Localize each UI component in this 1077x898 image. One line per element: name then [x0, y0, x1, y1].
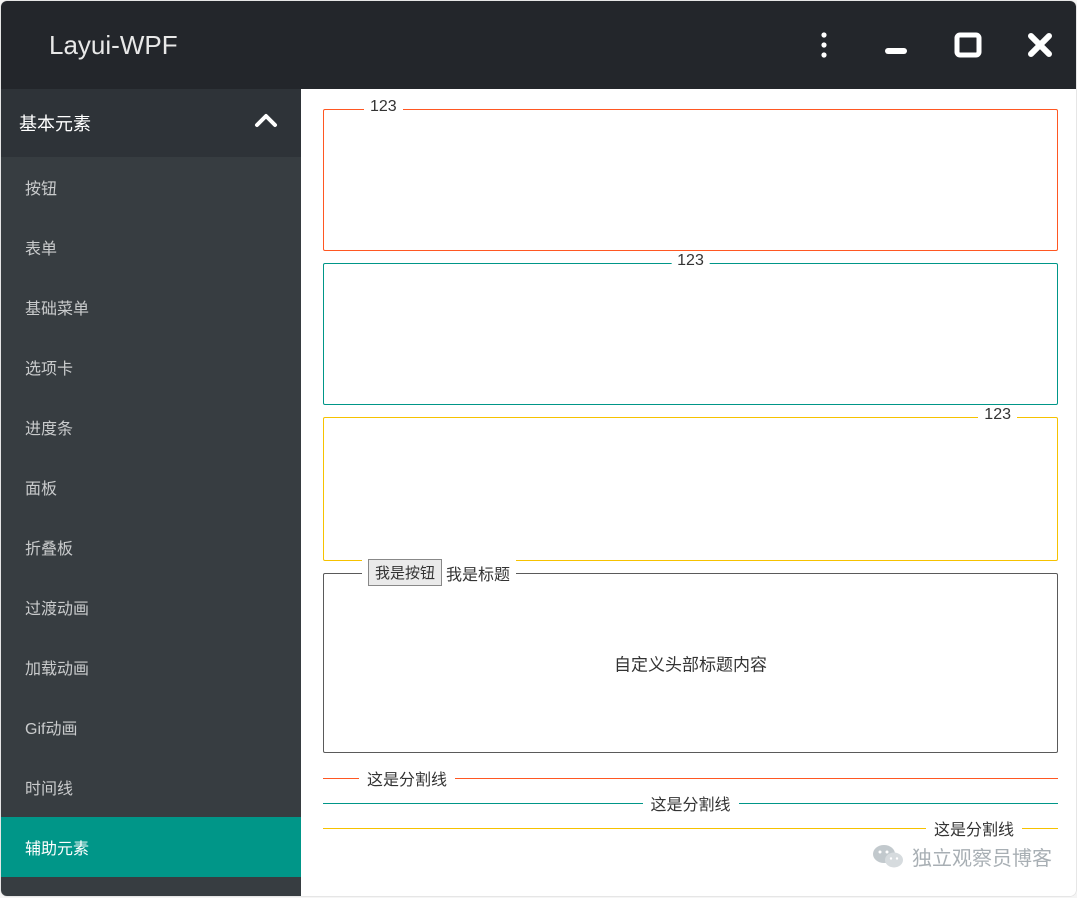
divider-yellow: 这是分割线 [323, 827, 1058, 828]
divider-label: 这是分割线 [359, 766, 455, 790]
sidebar-item-menu[interactable]: 基础菜单 [1, 277, 301, 337]
fieldset-legend: 123 [671, 252, 710, 270]
watermark-text: 独立观察员博客 [912, 842, 1052, 871]
fieldset-green: 123 [323, 263, 1058, 405]
sidebar-item-timeline[interactable]: 时间线 [1, 757, 301, 817]
sidebar-item-collapse[interactable]: 折叠板 [1, 517, 301, 577]
sidebar-item-label: 过渡动画 [25, 595, 89, 619]
menu-button[interactable] [788, 1, 860, 89]
sidebar-item-label: 加载动画 [25, 655, 89, 679]
wechat-icon [872, 840, 904, 872]
sidebar-item-gif[interactable]: Gif动画 [1, 697, 301, 757]
fieldset-yellow: 123 [323, 417, 1058, 561]
fieldset-custom-header: 我是按钮 我是标题 自定义头部标题内容 [323, 573, 1058, 753]
sidebar-item-tab[interactable]: 选项卡 [1, 337, 301, 397]
close-button[interactable] [1004, 1, 1076, 89]
close-icon [1026, 31, 1054, 59]
sidebar-item-loading[interactable]: 加载动画 [1, 637, 301, 697]
titlebar: Layui-WPF [1, 1, 1076, 89]
chevron-up-icon [253, 108, 279, 139]
fieldset-custom-legend: 我是按钮 我是标题 [362, 559, 516, 586]
sidebar-item-label: 时间线 [25, 775, 73, 799]
sidebar-item-label: 选项卡 [25, 355, 73, 379]
legend-title: 我是标题 [446, 561, 510, 585]
sidebar-item-label: 进度条 [25, 415, 73, 439]
sidebar-item-label: Gif动画 [25, 715, 77, 739]
divider-orange: 这是分割线 [323, 777, 1058, 778]
sidebar-item-panel[interactable]: 面板 [1, 457, 301, 517]
app-title: Layui-WPF [49, 30, 178, 61]
minimize-button[interactable] [860, 1, 932, 89]
sidebar-item-label: 按钮 [25, 175, 57, 199]
legend-button[interactable]: 我是按钮 [368, 559, 442, 586]
fieldset-legend: 123 [364, 98, 403, 116]
maximize-icon [953, 30, 983, 60]
sidebar-item-form[interactable]: 表单 [1, 217, 301, 277]
fieldset-legend: 123 [978, 406, 1017, 424]
sidebar-group-label: 基本元素 [19, 110, 91, 136]
sidebar-item-aux[interactable]: 辅助元素 [1, 817, 301, 877]
content-area: 123 123 123 我是按钮 我是标题 自定义头部标题内容 这是分割线 [301, 89, 1076, 896]
sidebar-item-progress[interactable]: 进度条 [1, 397, 301, 457]
sidebar-item-label: 基础菜单 [25, 295, 89, 319]
minimize-icon [881, 30, 911, 60]
divider-label: 这是分割线 [926, 816, 1022, 840]
sidebar-item-label: 表单 [25, 235, 57, 259]
fieldset-orange: 123 [323, 109, 1058, 251]
watermark: 独立观察员博客 [872, 840, 1052, 872]
app-window: Layui-WPF 基本元素 [1, 1, 1076, 896]
sidebar-item-label: 折叠板 [25, 535, 73, 559]
divider-label: 这是分割线 [642, 791, 738, 815]
sidebar-group-basic[interactable]: 基本元素 [1, 89, 301, 157]
sidebar-item-button[interactable]: 按钮 [1, 157, 301, 217]
sidebar-item-transition[interactable]: 过渡动画 [1, 577, 301, 637]
divider-green: 这是分割线 [323, 802, 1058, 803]
sidebar: 基本元素 按钮 表单 基础菜单 选项卡 进度条 面板 折叠板 过渡动画 加载动画… [1, 89, 301, 896]
sidebar-item-label: 面板 [25, 475, 57, 499]
body: 基本元素 按钮 表单 基础菜单 选项卡 进度条 面板 折叠板 过渡动画 加载动画… [1, 89, 1076, 896]
more-vertical-icon [820, 31, 828, 59]
sidebar-item-label: 辅助元素 [25, 835, 89, 859]
fieldset-center-text: 自定义头部标题内容 [614, 651, 767, 676]
maximize-button[interactable] [932, 1, 1004, 89]
